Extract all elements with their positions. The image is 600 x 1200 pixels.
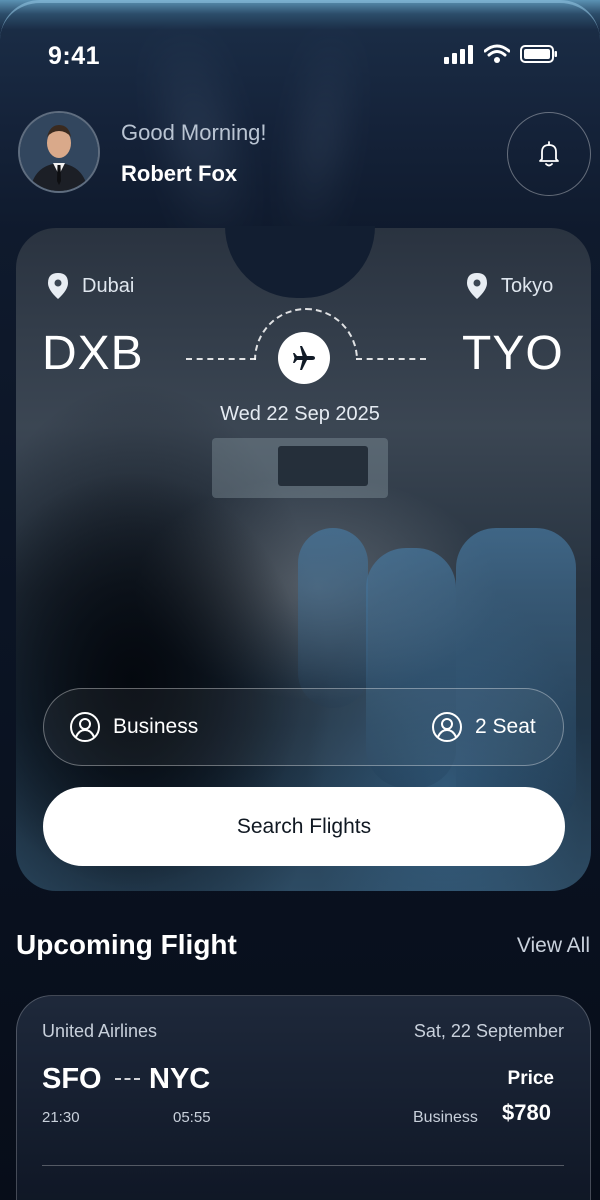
flight-to-code: NYC: [149, 1063, 211, 1095]
signal-icon: [444, 45, 473, 64]
seat-selector[interactable]: 2 Seat: [431, 689, 536, 765]
route-dash-right: [356, 358, 426, 360]
depart-time: 21:30: [42, 1109, 80, 1126]
airline-name: United Airlines: [42, 1021, 158, 1041]
class-label: Business: [113, 715, 199, 738]
travel-date[interactable]: Wed 22 Sep 2025: [0, 403, 600, 426]
flight-price: $780: [502, 1100, 551, 1125]
flight-date: Sat, 22 September: [413, 1021, 564, 1041]
status-icons: [444, 44, 558, 64]
location-pin-icon: [48, 273, 68, 299]
card-divider: [42, 1165, 564, 1166]
price-label: Price: [507, 1068, 554, 1089]
class-selector[interactable]: Business: [69, 689, 198, 765]
user-circle-icon: [70, 712, 100, 742]
swap-route-button[interactable]: [278, 332, 330, 384]
destination-city-label: Tokyo: [501, 274, 554, 297]
destination-code[interactable]: TYO: [462, 326, 564, 381]
battery-icon: [520, 45, 557, 63]
cabin-screen: [278, 446, 368, 486]
app-screen: 9:41 Good Morning! Robert Fox Dubai Toky…: [0, 0, 600, 1200]
airplane-icon: [293, 346, 315, 370]
user-circle-icon: [432, 712, 462, 742]
cabin-seat: [456, 528, 576, 828]
origin-code[interactable]: DXB: [42, 326, 144, 381]
status-time: 9:41: [48, 42, 101, 70]
origin-city: Dubai: [46, 272, 134, 300]
greeting-text: Good Morning!: [121, 120, 267, 145]
flight-class: Business: [413, 1109, 478, 1126]
route-dash-left: [186, 358, 256, 360]
location-pin-icon: [467, 273, 487, 299]
booking-options: Business 2 Seat: [43, 688, 564, 766]
section-title: Upcoming Flight: [16, 929, 237, 960]
seat-label: 2 Seat: [475, 715, 536, 738]
destination-city: Tokyo: [465, 272, 553, 300]
view-all-link[interactable]: View All: [517, 934, 590, 958]
flight-route-dash: [115, 1078, 140, 1080]
notification-button[interactable]: [507, 112, 591, 196]
bell-icon: [539, 141, 559, 167]
wifi-icon: [484, 44, 510, 63]
search-flights-button[interactable]: Search Flights: [43, 787, 565, 866]
user-name: Robert Fox: [121, 161, 238, 186]
cabin-seat: [298, 528, 368, 708]
user-photo: [20, 113, 98, 191]
arrive-time: 05:55: [173, 1109, 211, 1126]
origin-city-label: Dubai: [82, 274, 135, 297]
flight-from-code: SFO: [42, 1063, 102, 1095]
avatar[interactable]: [18, 111, 100, 193]
device-frame-edge: [0, 0, 600, 40]
